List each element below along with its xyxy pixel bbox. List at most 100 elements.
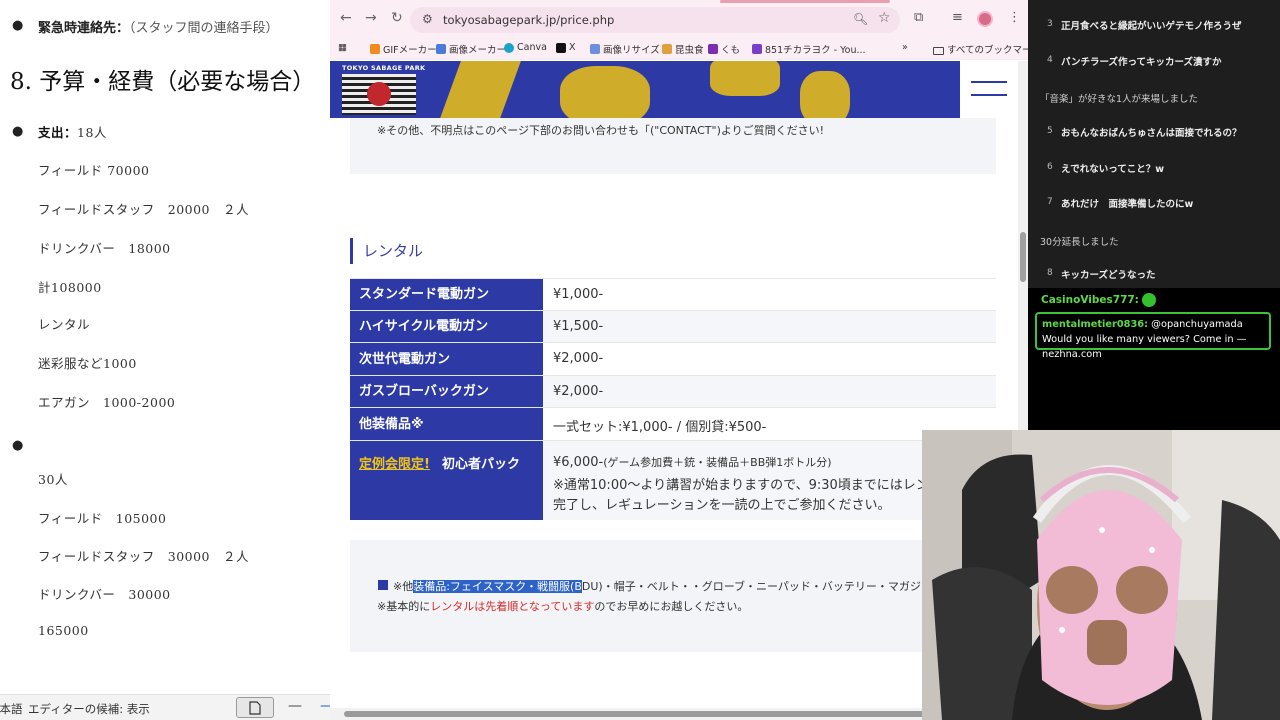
question-item: 3 正月食べると縁起がいいゲテモノ作ろうぜ [1028,9,1280,41]
extensions-icon[interactable]: ⧉ [914,10,923,25]
system-message: 「音楽」が好きな1人が来場しました [1040,94,1199,105]
doc-line: フィールド 70000 [38,163,150,178]
back-icon[interactable]: ← [340,10,352,26]
question-item: 6 えでれないってこと？w [1028,152,1280,184]
bookmark-label: くも [721,45,741,56]
zoom-icon[interactable]: 🔍︎ [853,12,868,26]
media-icon[interactable]: ≡ [952,10,963,25]
rental-item: ガスブローバックガン [350,376,543,407]
question-text: あれだけ 面接準備したのにw [1061,199,1194,210]
banner-art [560,66,650,118]
question-item: 7 あれだけ 面接準備したのにw [1028,187,1280,219]
equipment-rest: DU)・帽子・ベルト・・グローブ・ニーパッド・バッテリー・マガジン [581,580,932,593]
rental-price: ¥2,000- [553,351,604,366]
expense-label: 支出： [38,125,78,140]
rental-item: 次世代電動ガン [350,343,543,375]
beginner-note-1: ※通常10:00〜より講習が始まりますので、9:30頃までにはレンタ [553,478,942,493]
table-row: ハイサイクル電動ガン ¥1,500- [350,310,996,342]
banner-art [435,61,525,118]
doc-line: ドリンクバー 30000 [38,587,171,602]
rental-rule-note: ※基本的にレンタルは先着順となっていますのでお早めにお越しください。 [377,598,748,614]
bookmark-label: 画像リサイズ [603,45,660,56]
rule-prefix: ※基本的に [377,600,431,613]
regular-event-only-badge[interactable]: 定例会限定! [359,457,430,472]
bookmark-kumo[interactable]: くも [708,42,740,56]
scroll-thumb[interactable] [1020,232,1026,282]
first-come-notice: レンタルは先着順となっています [430,600,595,613]
highlighted-message: mentalmetier0836: @opanchuyamada Would y… [1035,312,1271,360]
doc-line: フィールドスタッフ 20000 ２人 [38,202,250,217]
chat-username[interactable]: mentalmetier0836: [1042,319,1148,330]
rental-price-table: スタンダード電動ガン ¥1,000- ハイサイクル電動ガン ¥1,500- 次世… [350,278,996,520]
canva-icon [504,42,514,53]
more-bookmarks-icon[interactable]: » [902,42,908,53]
info-box: ※その他、不明点はこのページ下部のお問い合わせも「("CONTACT")よりご質… [350,118,996,174]
image-icon [436,44,446,54]
language-indicator[interactable]: 日本語 [0,701,23,717]
selected-text[interactable]: 装備品:フェイスマスク・戦闘服(B [413,580,582,593]
page-icon [249,700,261,715]
doc-line: 30人 [38,472,68,487]
streamer-video [922,430,1280,720]
bookmark-gif[interactable]: GIFメーカー [370,42,437,56]
expense-line: 支出：18人 [38,122,107,141]
reload-icon[interactable]: ↻ [391,10,403,26]
bookmark-x[interactable]: X [556,42,576,53]
contact-value: （スタッフ間の連絡手段） [129,21,279,36]
bookmark-label: Canva [517,42,547,53]
question-item: 4 パンチラーズ作ってキッカーズ潰すか [1028,45,1280,77]
bullet: ● [12,124,24,139]
all-bookmarks[interactable]: すべてのブックマーク [933,42,1028,56]
more-menu-icon[interactable]: ⋮ [1008,10,1021,25]
bookmark-label: 昆虫食 [675,45,704,56]
system-message: 30分延長しました [1040,237,1119,248]
question-number: 3 [1047,19,1053,29]
logo-text: TOKYO SABAGE PARK [342,64,426,72]
site-info-icon[interactable]: ⚙ [422,12,433,26]
chat-username[interactable]: CasinoVibes777: [1041,294,1139,306]
expense-count: 18人 [77,125,107,140]
table-row: 次世代電動ガン ¥2,000- [350,342,996,375]
rental-item: スタンダード電動ガン [350,279,543,310]
tab-indicator [720,0,890,3]
question-number: 7 [1047,197,1053,207]
apps-grid-icon[interactable]: ▦ [338,42,347,53]
question-text: パンチラーズ作ってキッカーズ潰すか [1061,57,1222,68]
bookmark-canva[interactable]: Canva [504,42,547,53]
site-logo[interactable]: TOKYO SABAGE PARK [342,64,425,116]
bookmark-youtube[interactable]: 851チカラヨク - You... [752,42,866,56]
editor-suggestions-status[interactable]: エディターの候補: 表示 [28,701,150,717]
address-bar[interactable]: ⚙ tokyosabagepark.jp/price.php 🔍︎ ☆ [410,7,900,33]
zoom-slider-icon[interactable]: — [320,698,330,714]
zoom-out-icon[interactable]: — [288,698,302,714]
bookmark-star-icon[interactable]: ☆ [878,10,891,26]
all-bookmarks-label: すべてのブックマーク [947,45,1028,56]
profile-avatar[interactable] [977,11,993,27]
bookmark-label: 画像メーカー [449,45,507,56]
equipment-prefix: ※他 [393,580,414,593]
forward-icon[interactable]: → [365,10,377,26]
resize-icon [590,44,600,54]
page-view-button[interactable] [236,697,274,718]
bookmarks-bar: ▦ GIFメーカー 画像メーカー Canva X 画像リサイズ 昆虫食 くも 8… [330,38,1028,60]
rental-section-title: レンタル [350,238,423,264]
rental-item: 他装備品※ [350,408,543,440]
folder-icon [933,46,944,55]
rental-item: ハイサイクル電動ガン [350,311,543,342]
url-text[interactable]: tokyosabagepark.jp/price.php [443,13,614,27]
x-icon [556,42,566,53]
doc-line: ドリンクバー 18000 [38,241,171,256]
rental-price: ¥2,000- [553,384,604,399]
beginner-pack-label: 定例会限定! 初心者パック [350,441,543,520]
question-number: 5 [1047,126,1053,136]
rental-price: 一式セット:¥1,000- / 個別貸:¥500- [553,420,767,435]
browser-toolbar: ← → ↻ ⚙ tokyosabagepark.jp/price.php 🔍︎ … [330,0,1028,38]
scroll-thumb[interactable] [344,711,924,717]
beginner-pack-includes: (ゲーム参加費＋銃・装備品＋BB弾1ボトル分) [603,456,832,469]
bookmark-image-maker[interactable]: 画像メーカー [436,42,506,56]
bookmark-label: GIFメーカー [383,45,437,56]
bookmark-resize[interactable]: 画像リサイズ [590,42,660,56]
bookmark-insect-food[interactable]: 昆虫食 [662,42,704,56]
question-text: えでれないってこと？w [1061,164,1165,175]
question-number: 8 [1047,268,1053,278]
